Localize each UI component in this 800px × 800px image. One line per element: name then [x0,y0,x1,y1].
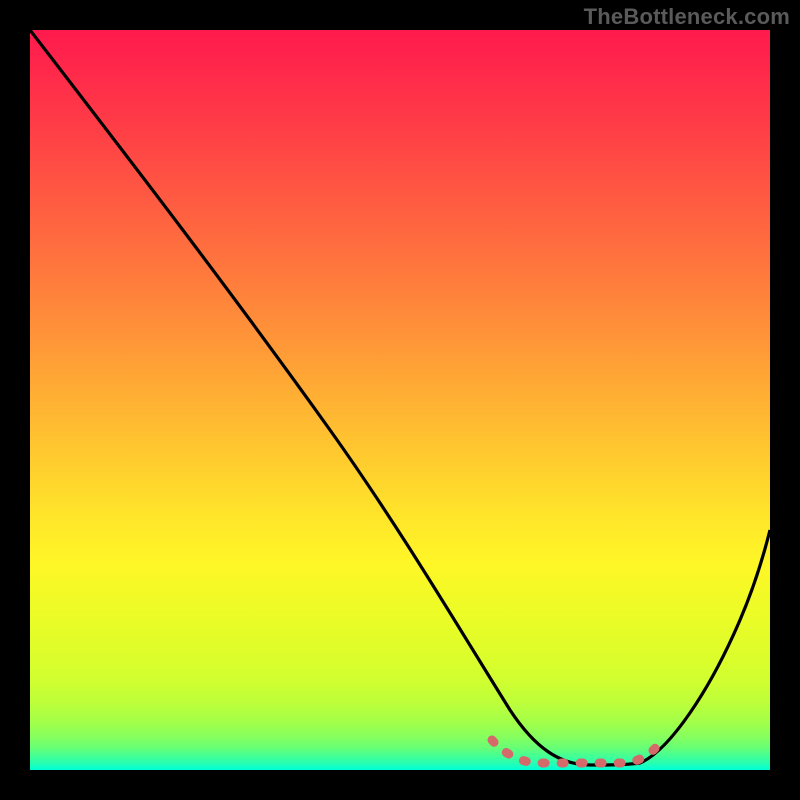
chart-frame: TheBottleneck.com [0,0,800,800]
plot-area [30,30,770,770]
bottleneck-curve-path [30,30,770,765]
optimum-band-path [492,740,660,763]
curve-layer [30,30,770,770]
watermark-text: TheBottleneck.com [584,4,790,30]
